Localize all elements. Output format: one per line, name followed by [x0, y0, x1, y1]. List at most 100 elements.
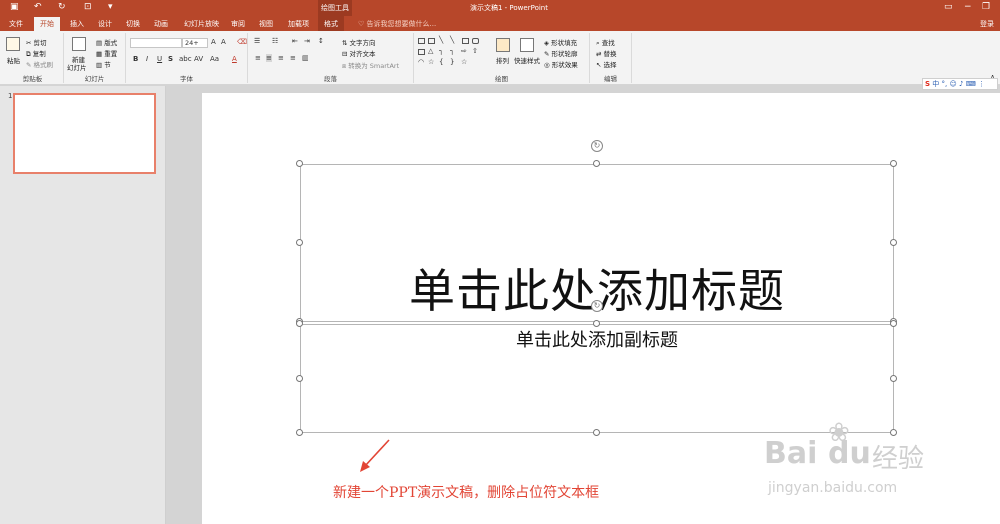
arrange-icon[interactable]: [496, 38, 510, 52]
sign-in-link[interactable]: 登录: [980, 19, 994, 29]
redo-icon[interactable]: ↻: [58, 2, 66, 12]
shrink-font-icon[interactable]: A: [221, 38, 226, 46]
align-text-button[interactable]: ⊟ 对齐文本: [342, 48, 376, 58]
tab-slideshow[interactable]: 幻灯片放映: [184, 19, 219, 29]
title-rotate-handle-icon[interactable]: ↻: [591, 140, 603, 152]
title-handle-tl[interactable]: [296, 160, 303, 167]
shape-effects-button[interactable]: ◎ 形状效果: [544, 59, 578, 69]
subtitle-rotate-handle-icon[interactable]: ↻: [591, 300, 603, 312]
text-direction-button[interactable]: ⇅ 文字方向: [342, 37, 376, 47]
ime-mode[interactable]: 中: [932, 80, 939, 88]
tab-insert[interactable]: 插入: [70, 19, 84, 29]
layout-button[interactable]: ▤ 版式: [96, 37, 117, 47]
find-button[interactable]: ⌕ 查找: [596, 37, 615, 48]
strikethrough-icon[interactable]: abc: [179, 55, 192, 63]
shape-uparrow-icon[interactable]: ⇧: [472, 47, 478, 55]
columns-icon[interactable]: ▥: [302, 54, 309, 62]
slide-subtitle-placeholder[interactable]: 单击此处添加副标题: [300, 326, 894, 352]
shape-fill-button[interactable]: ◈ 形状填充: [544, 37, 577, 47]
customize-qat-icon[interactable]: ▾: [108, 2, 113, 12]
cut-button[interactable]: ✂ 剪切: [26, 37, 47, 47]
tab-home[interactable]: 开始: [34, 17, 60, 31]
align-left-icon[interactable]: ≡: [255, 54, 261, 62]
shape-brace2-icon[interactable]: }: [450, 58, 454, 66]
align-right-icon[interactable]: ≡: [278, 54, 284, 62]
shape-star2-icon[interactable]: ☆: [461, 58, 467, 66]
title-handle-tc[interactable]: [593, 160, 600, 167]
align-center-icon[interactable]: ≡: [266, 54, 272, 62]
shape-roundrect-icon[interactable]: [472, 38, 479, 44]
justify-icon[interactable]: ≡: [290, 54, 296, 62]
restore-icon[interactable]: ❐: [982, 2, 990, 12]
slide-thumbnail[interactable]: [13, 93, 156, 174]
line-spacing-icon[interactable]: ↕: [318, 37, 324, 45]
undo-icon[interactable]: ↶: [34, 2, 42, 12]
tab-animations[interactable]: 动画: [154, 19, 168, 29]
subtitle-handle-bl[interactable]: [296, 429, 303, 436]
ime-toolbar[interactable]: S 中 °, ☺ ♪ ⌨ ⋮: [922, 78, 998, 90]
new-slide-icon[interactable]: [72, 37, 86, 51]
keyboard-icon[interactable]: ⌨: [966, 80, 976, 88]
title-handle-mr[interactable]: [890, 239, 897, 246]
select-button[interactable]: ↖ 选择: [596, 59, 617, 69]
tab-format[interactable]: 格式: [318, 16, 344, 31]
decrease-indent-icon[interactable]: ⇤: [292, 37, 298, 45]
reset-button[interactable]: ▦ 重置: [96, 48, 117, 58]
bold-icon[interactable]: B: [133, 55, 138, 63]
paste-button[interactable]: 粘贴: [7, 55, 20, 65]
shape-elbow-icon[interactable]: ┐: [439, 47, 443, 55]
minimize-icon[interactable]: −: [964, 2, 972, 12]
shape-triangle-icon[interactable]: △: [428, 47, 433, 55]
title-handle-ml[interactable]: [296, 239, 303, 246]
shape-elbow2-icon[interactable]: ┐: [450, 47, 454, 55]
shape-line2-icon[interactable]: ╲: [450, 36, 454, 44]
punctuation-icon[interactable]: °,: [942, 80, 948, 88]
shape-line-icon[interactable]: ╲: [439, 36, 443, 44]
quick-styles-icon[interactable]: [520, 38, 534, 52]
title-handle-tr[interactable]: [890, 160, 897, 167]
grid-menu-icon[interactable]: ⋮: [978, 80, 985, 88]
copy-button[interactable]: ⧉ 复制: [26, 48, 46, 59]
emoji-icon[interactable]: ☺: [949, 80, 956, 88]
increase-indent-icon[interactable]: ⇥: [304, 37, 310, 45]
convert-smartart-button[interactable]: ⧈ 转换为 SmartArt: [342, 60, 399, 71]
shape-rect-icon[interactable]: [462, 38, 469, 44]
save-icon[interactable]: ▣: [10, 2, 19, 12]
grow-font-icon[interactable]: A: [211, 38, 216, 46]
font-size-input[interactable]: 24+: [182, 38, 208, 48]
shape-rect2-icon[interactable]: [418, 49, 425, 55]
numbering-icon[interactable]: ☷: [272, 37, 278, 45]
shape-outline-button[interactable]: ✎ 形状轮廓: [544, 48, 578, 58]
microphone-icon[interactable]: ♪: [959, 80, 963, 88]
shape-textbox-icon[interactable]: [418, 38, 425, 44]
font-color-icon[interactable]: A: [232, 55, 237, 63]
shape-curve-icon[interactable]: ◠: [418, 58, 424, 66]
italic-icon[interactable]: I: [146, 55, 148, 63]
section-button[interactable]: ▥ 节: [96, 59, 111, 69]
tab-transitions[interactable]: 切换: [126, 19, 140, 29]
format-painter-button[interactable]: ✎ 格式刷: [26, 59, 53, 69]
arrange-button[interactable]: 排列: [496, 55, 509, 65]
subtitle-handle-bc[interactable]: [593, 429, 600, 436]
underline-icon[interactable]: U: [157, 55, 162, 63]
tab-review[interactable]: 审阅: [231, 19, 245, 29]
shape-star-icon[interactable]: ☆: [428, 58, 434, 66]
paste-icon[interactable]: [6, 37, 20, 51]
shadow-icon[interactable]: S: [168, 55, 173, 63]
clear-format-icon[interactable]: ⌫: [237, 38, 247, 46]
shape-arrow-icon[interactable]: ⇨: [461, 47, 467, 55]
change-case-button[interactable]: Aa: [210, 55, 219, 63]
char-spacing-icon[interactable]: AV: [194, 55, 203, 63]
bullets-icon[interactable]: ☰: [254, 37, 260, 45]
tab-addins[interactable]: 加载项: [288, 19, 309, 29]
shape-brace-icon[interactable]: {: [439, 58, 443, 66]
font-name-input[interactable]: [130, 38, 182, 48]
tell-me-search[interactable]: ♡ 告诉我您想要做什么...: [358, 19, 436, 29]
replace-button[interactable]: ⇄ 替换: [596, 48, 617, 58]
tab-view[interactable]: 视图: [259, 19, 273, 29]
tab-design[interactable]: 设计: [98, 19, 112, 29]
ribbon-display-icon[interactable]: ▭: [944, 2, 953, 12]
slideshow-start-icon[interactable]: ⊡: [84, 2, 92, 12]
subtitle-handle-mr[interactable]: [890, 375, 897, 382]
shape-vtextbox-icon[interactable]: [428, 38, 435, 44]
